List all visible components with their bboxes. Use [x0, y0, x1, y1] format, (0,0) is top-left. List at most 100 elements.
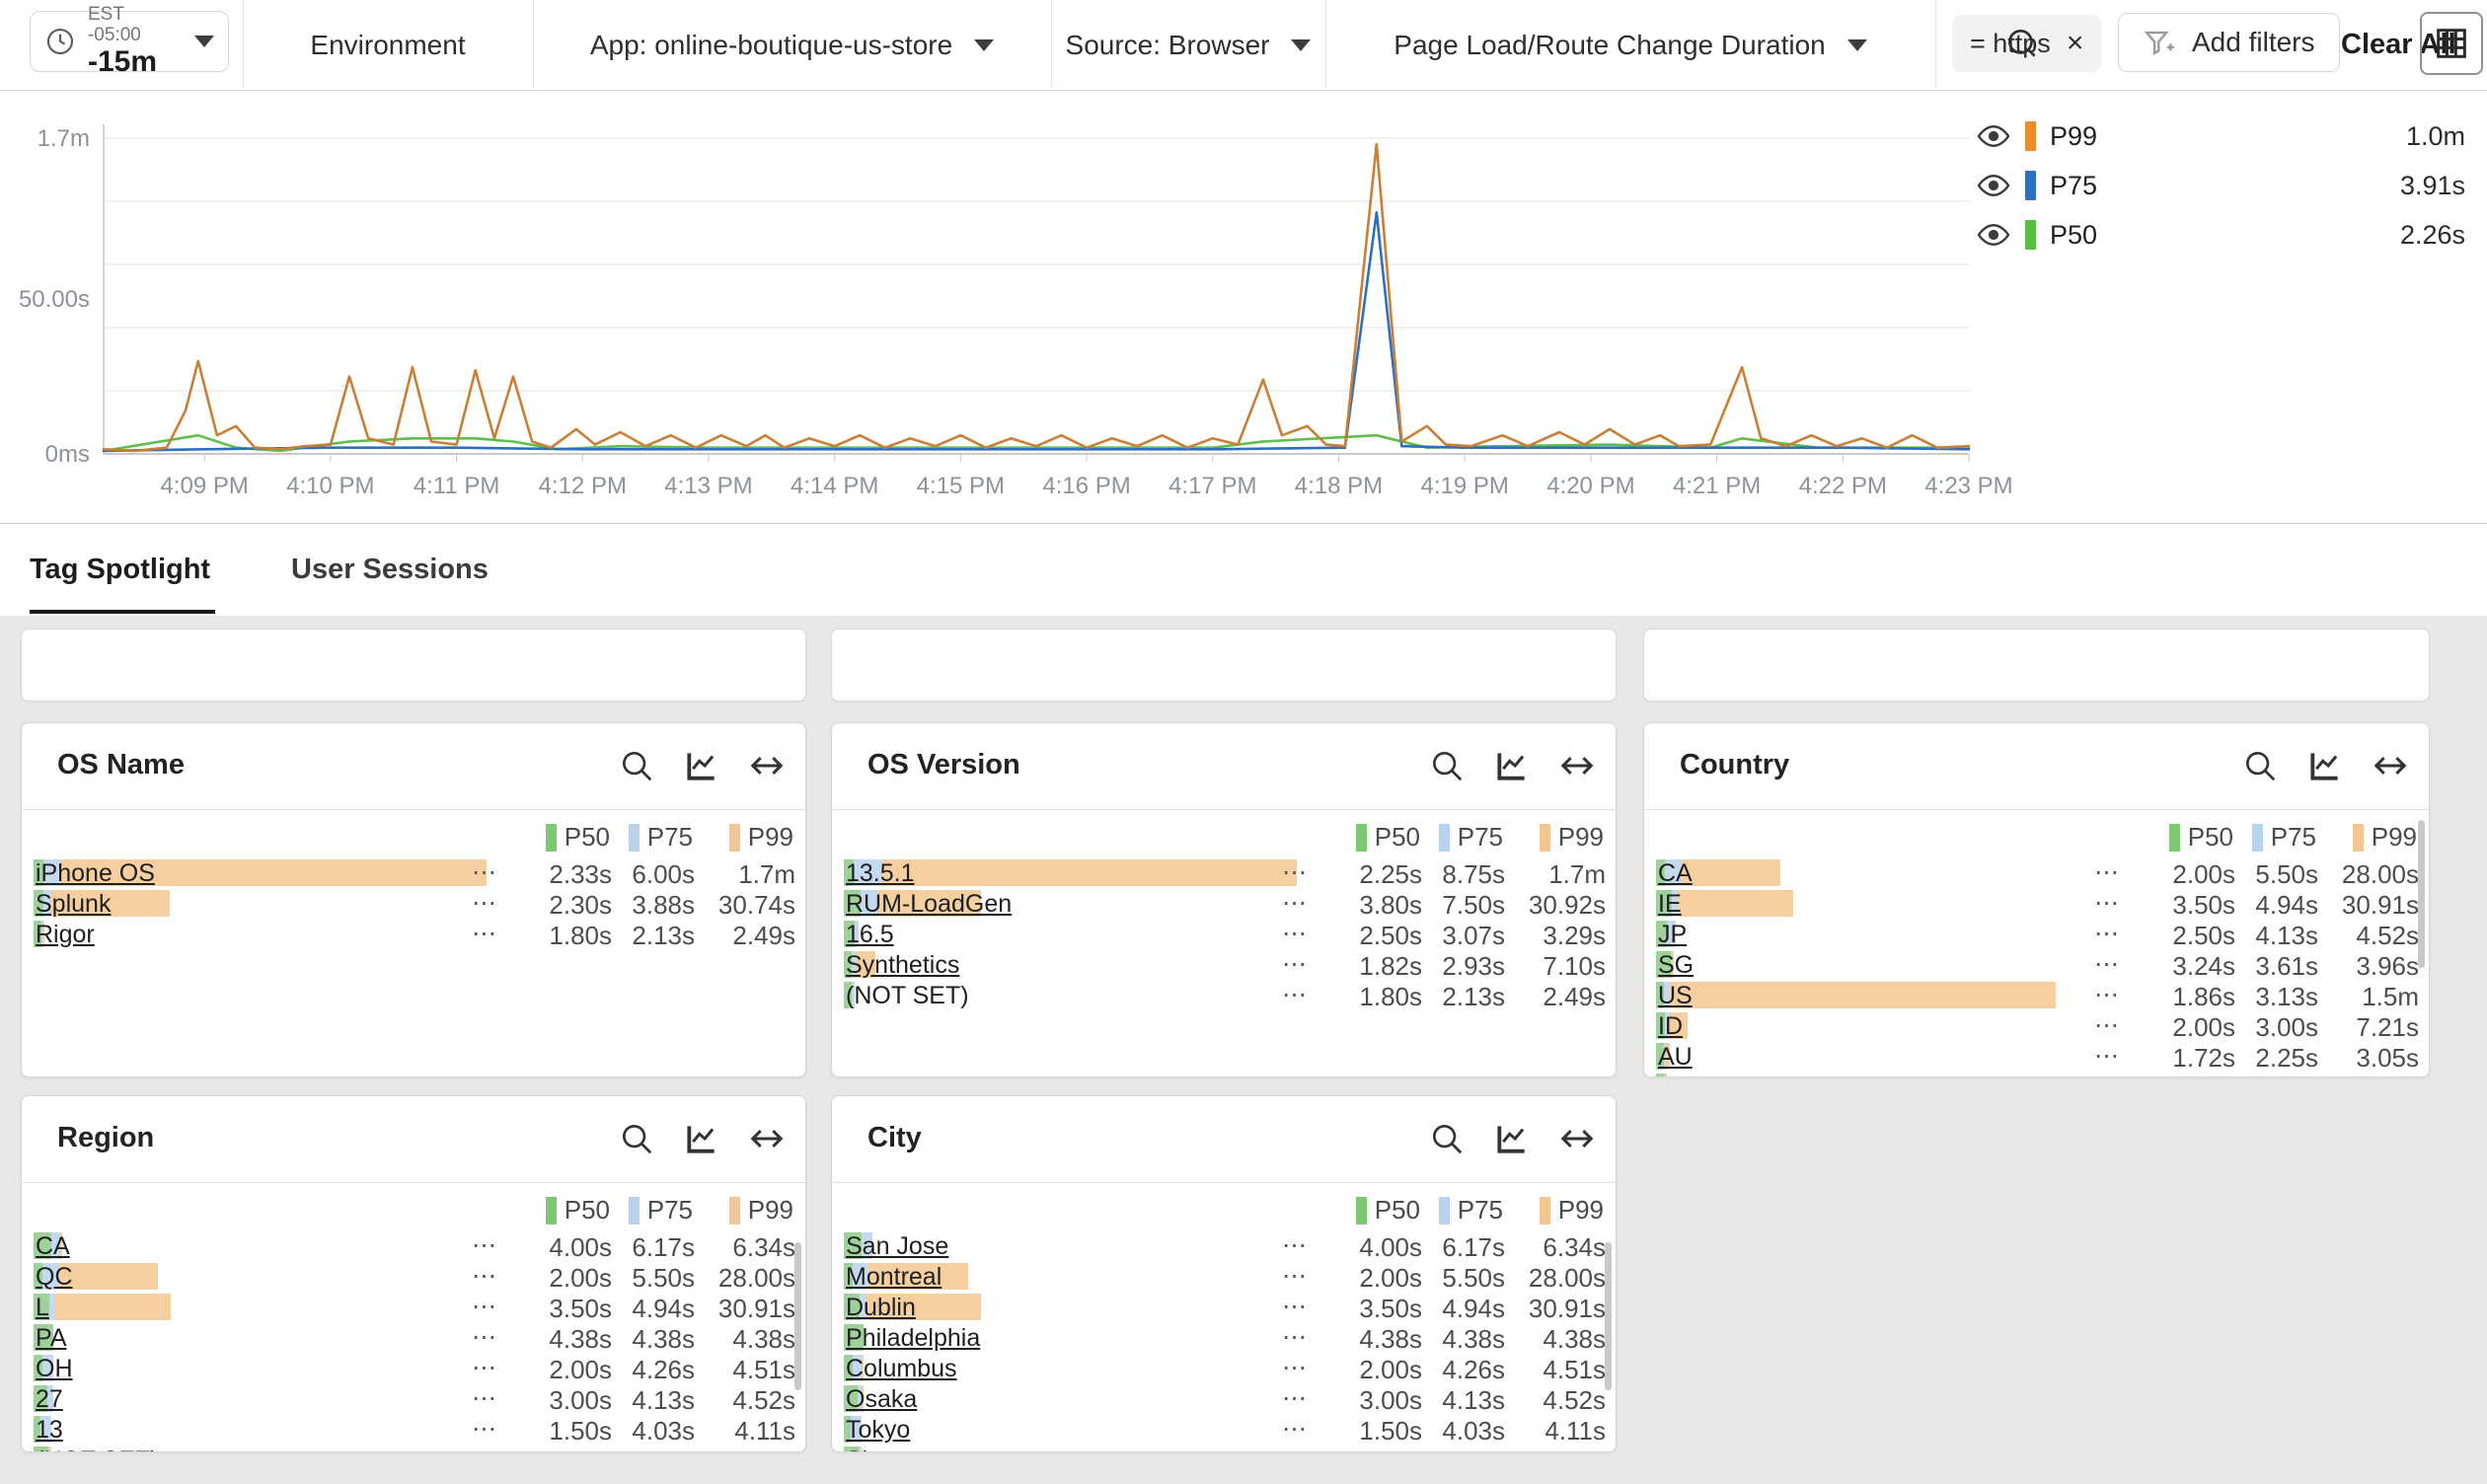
chart-icon[interactable]	[683, 747, 720, 784]
tag-value-link[interactable]: PA	[36, 1324, 67, 1353]
card-legend: P50P75P99	[22, 818, 805, 857]
tag-value-link[interactable]: Synthetics	[846, 951, 959, 980]
tag-value-link[interactable]: 13	[36, 1416, 63, 1445]
search-icon[interactable]	[1428, 1120, 1466, 1157]
search-icon[interactable]	[618, 1120, 655, 1157]
legend-label: P99	[2372, 822, 2417, 853]
tag-value-link[interactable]: IE	[1658, 890, 1682, 919]
percentile-value: 4.52s	[677, 1385, 795, 1416]
legend-label: P99	[748, 822, 793, 853]
tag-value-link[interactable]: GB	[1658, 1074, 1694, 1076]
source-filter[interactable]: Source: Browser	[1051, 0, 1325, 91]
y-axis-tick: 1.7m	[38, 125, 90, 152]
legend-label: P50	[1375, 1195, 1420, 1225]
grid-view-button[interactable]	[2420, 12, 2483, 75]
card-legend-item: P50	[1356, 1195, 1420, 1225]
tag-value-link[interactable]: AU	[1658, 1043, 1693, 1072]
legend-swatch-icon	[1540, 1197, 1550, 1224]
x-axis-tick: 4:19 PM	[1420, 473, 1508, 499]
x-axis-tick: 4:12 PM	[539, 473, 627, 499]
tag-value-link[interactable]: QC	[36, 1263, 73, 1292]
tag-value-link[interactable]: 13.5.1	[846, 859, 915, 888]
x-axis-tick: 4:23 PM	[1924, 473, 2012, 499]
scrollbar-thumb[interactable]	[1605, 1242, 1612, 1390]
metric-selector[interactable]: Page Load/Route Change Duration	[1325, 0, 1935, 91]
tag-value-link[interactable]: Osaka	[846, 1385, 917, 1414]
tag-value-link[interactable]: US	[1658, 982, 1693, 1010]
filter-box[interactable]	[21, 629, 806, 702]
tag-value-link[interactable]: 16.5	[846, 921, 894, 949]
legend-swatch-icon	[2169, 824, 2180, 852]
tag-value-link[interactable]: Columbus	[846, 1355, 957, 1383]
table-row: IE⋯3.50s4.94s30.91s	[1644, 888, 2429, 919]
percentile-value: 30.91s	[2300, 890, 2419, 921]
tag-value-link[interactable]: Montreal	[846, 1263, 942, 1292]
tag-value-link[interactable]: JP	[1658, 921, 1687, 949]
legend-swatch-icon	[2353, 824, 2364, 852]
tag-value-link[interactable]: iPhone OS	[36, 859, 155, 888]
filter-box[interactable]	[831, 629, 1617, 702]
environment-filter[interactable]: Environment	[243, 0, 533, 91]
eye-icon[interactable]	[1976, 168, 2011, 203]
tag-value-link[interactable]: CA	[36, 1232, 70, 1261]
chart-icon[interactable]	[2306, 747, 2344, 784]
legend-swatch-icon	[1356, 1197, 1367, 1224]
search-icon[interactable]	[1428, 747, 1466, 784]
filter-chip[interactable]: = https ×	[1952, 15, 2101, 72]
expand-horizontal-icon[interactable]	[1558, 1120, 1596, 1157]
scrollbar-thumb[interactable]	[2418, 820, 2425, 968]
series-swatch-p50	[2025, 220, 2036, 250]
expand-horizontal-icon[interactable]	[2372, 747, 2409, 784]
tag-value-link[interactable]: Philadelphia	[846, 1324, 980, 1353]
tag-value-link[interactable]: ID	[1658, 1012, 1683, 1041]
tag-value-link[interactable]: Tokyo	[846, 1416, 910, 1445]
time-range-picker[interactable]: EST -05:00 -15m	[30, 11, 229, 72]
percentile-value: 4.11s	[1487, 1416, 1606, 1447]
eye-icon[interactable]	[1976, 217, 2011, 253]
remove-filter-icon[interactable]: ×	[2067, 27, 2084, 60]
chart-icon[interactable]	[1493, 1120, 1531, 1157]
chart-icon[interactable]	[683, 1120, 720, 1157]
card-body: P50P75P99 iPhone OS⋯2.33s6.00s1.7mSplunk…	[22, 810, 805, 1076]
chart-icon[interactable]	[1493, 747, 1531, 784]
tag-value-link[interactable]: Singapore	[846, 1447, 958, 1451]
tag-value-link[interactable]: Dublin	[846, 1294, 916, 1322]
tag-value-link[interactable]: SG	[1658, 951, 1694, 980]
search-icon[interactable]	[2241, 747, 2279, 784]
expand-horizontal-icon[interactable]	[748, 1120, 786, 1157]
tag-value-link[interactable]: Rigor	[36, 921, 95, 949]
tag-value-link[interactable]: 27	[36, 1385, 63, 1414]
x-axis-tick: 4:20 PM	[1546, 473, 1634, 499]
x-axis-tick: 4:14 PM	[791, 473, 878, 499]
scrollbar-thumb[interactable]	[794, 1242, 801, 1390]
app-filter[interactable]: App: online-boutique-us-store	[533, 0, 1051, 91]
percentile-value: 4.51s	[1487, 1355, 1606, 1385]
filter-box[interactable]	[1643, 629, 2430, 702]
add-filters-button[interactable]: Add filters	[2118, 13, 2340, 72]
legend-label: P99	[1558, 822, 1604, 853]
table-row: Singapore⋯3.24s3.61s3.96s	[832, 1445, 1616, 1451]
active-tab-indicator	[30, 610, 215, 614]
card-header: Country	[1644, 723, 2429, 810]
search-icon[interactable]	[618, 747, 655, 784]
card-rows: CA⋯2.00s5.50s28.00sIE⋯3.50s4.94s30.91sJP…	[1644, 857, 2429, 1076]
eye-icon[interactable]	[1976, 118, 2011, 154]
tag-value-link[interactable]: San Jose	[846, 1232, 948, 1261]
tag-value-link[interactable]: L	[36, 1294, 49, 1322]
card-header: Region	[22, 1096, 805, 1183]
percentile-value: 2.41s	[2300, 1074, 2419, 1076]
tag-value-link[interactable]: CA	[1658, 859, 1693, 888]
card-body: P50P75P99 CA⋯2.00s5.50s28.00sIE⋯3.50s4.9…	[1644, 810, 2429, 1076]
tag-value-link[interactable]: RUM-LoadGen	[846, 890, 1012, 919]
card-legend-item: P99	[1540, 1195, 1604, 1225]
tab-tag-spotlight[interactable]: Tag Spotlight	[30, 524, 210, 616]
x-axis-tick: 4:16 PM	[1042, 473, 1130, 499]
percentile-value: 4.11s	[677, 1416, 795, 1447]
tab-user-sessions[interactable]: User Sessions	[291, 524, 489, 616]
tag-card: OS Version P50P75P99 13.5.1⋯2.25s8.75s1.…	[831, 722, 1617, 1077]
expand-horizontal-icon[interactable]	[748, 747, 786, 784]
tag-value-link[interactable]: OH	[36, 1355, 73, 1383]
tag-value-link[interactable]: Splunk	[36, 890, 111, 919]
chevron-down-icon	[974, 39, 994, 51]
expand-horizontal-icon[interactable]	[1558, 747, 1596, 784]
